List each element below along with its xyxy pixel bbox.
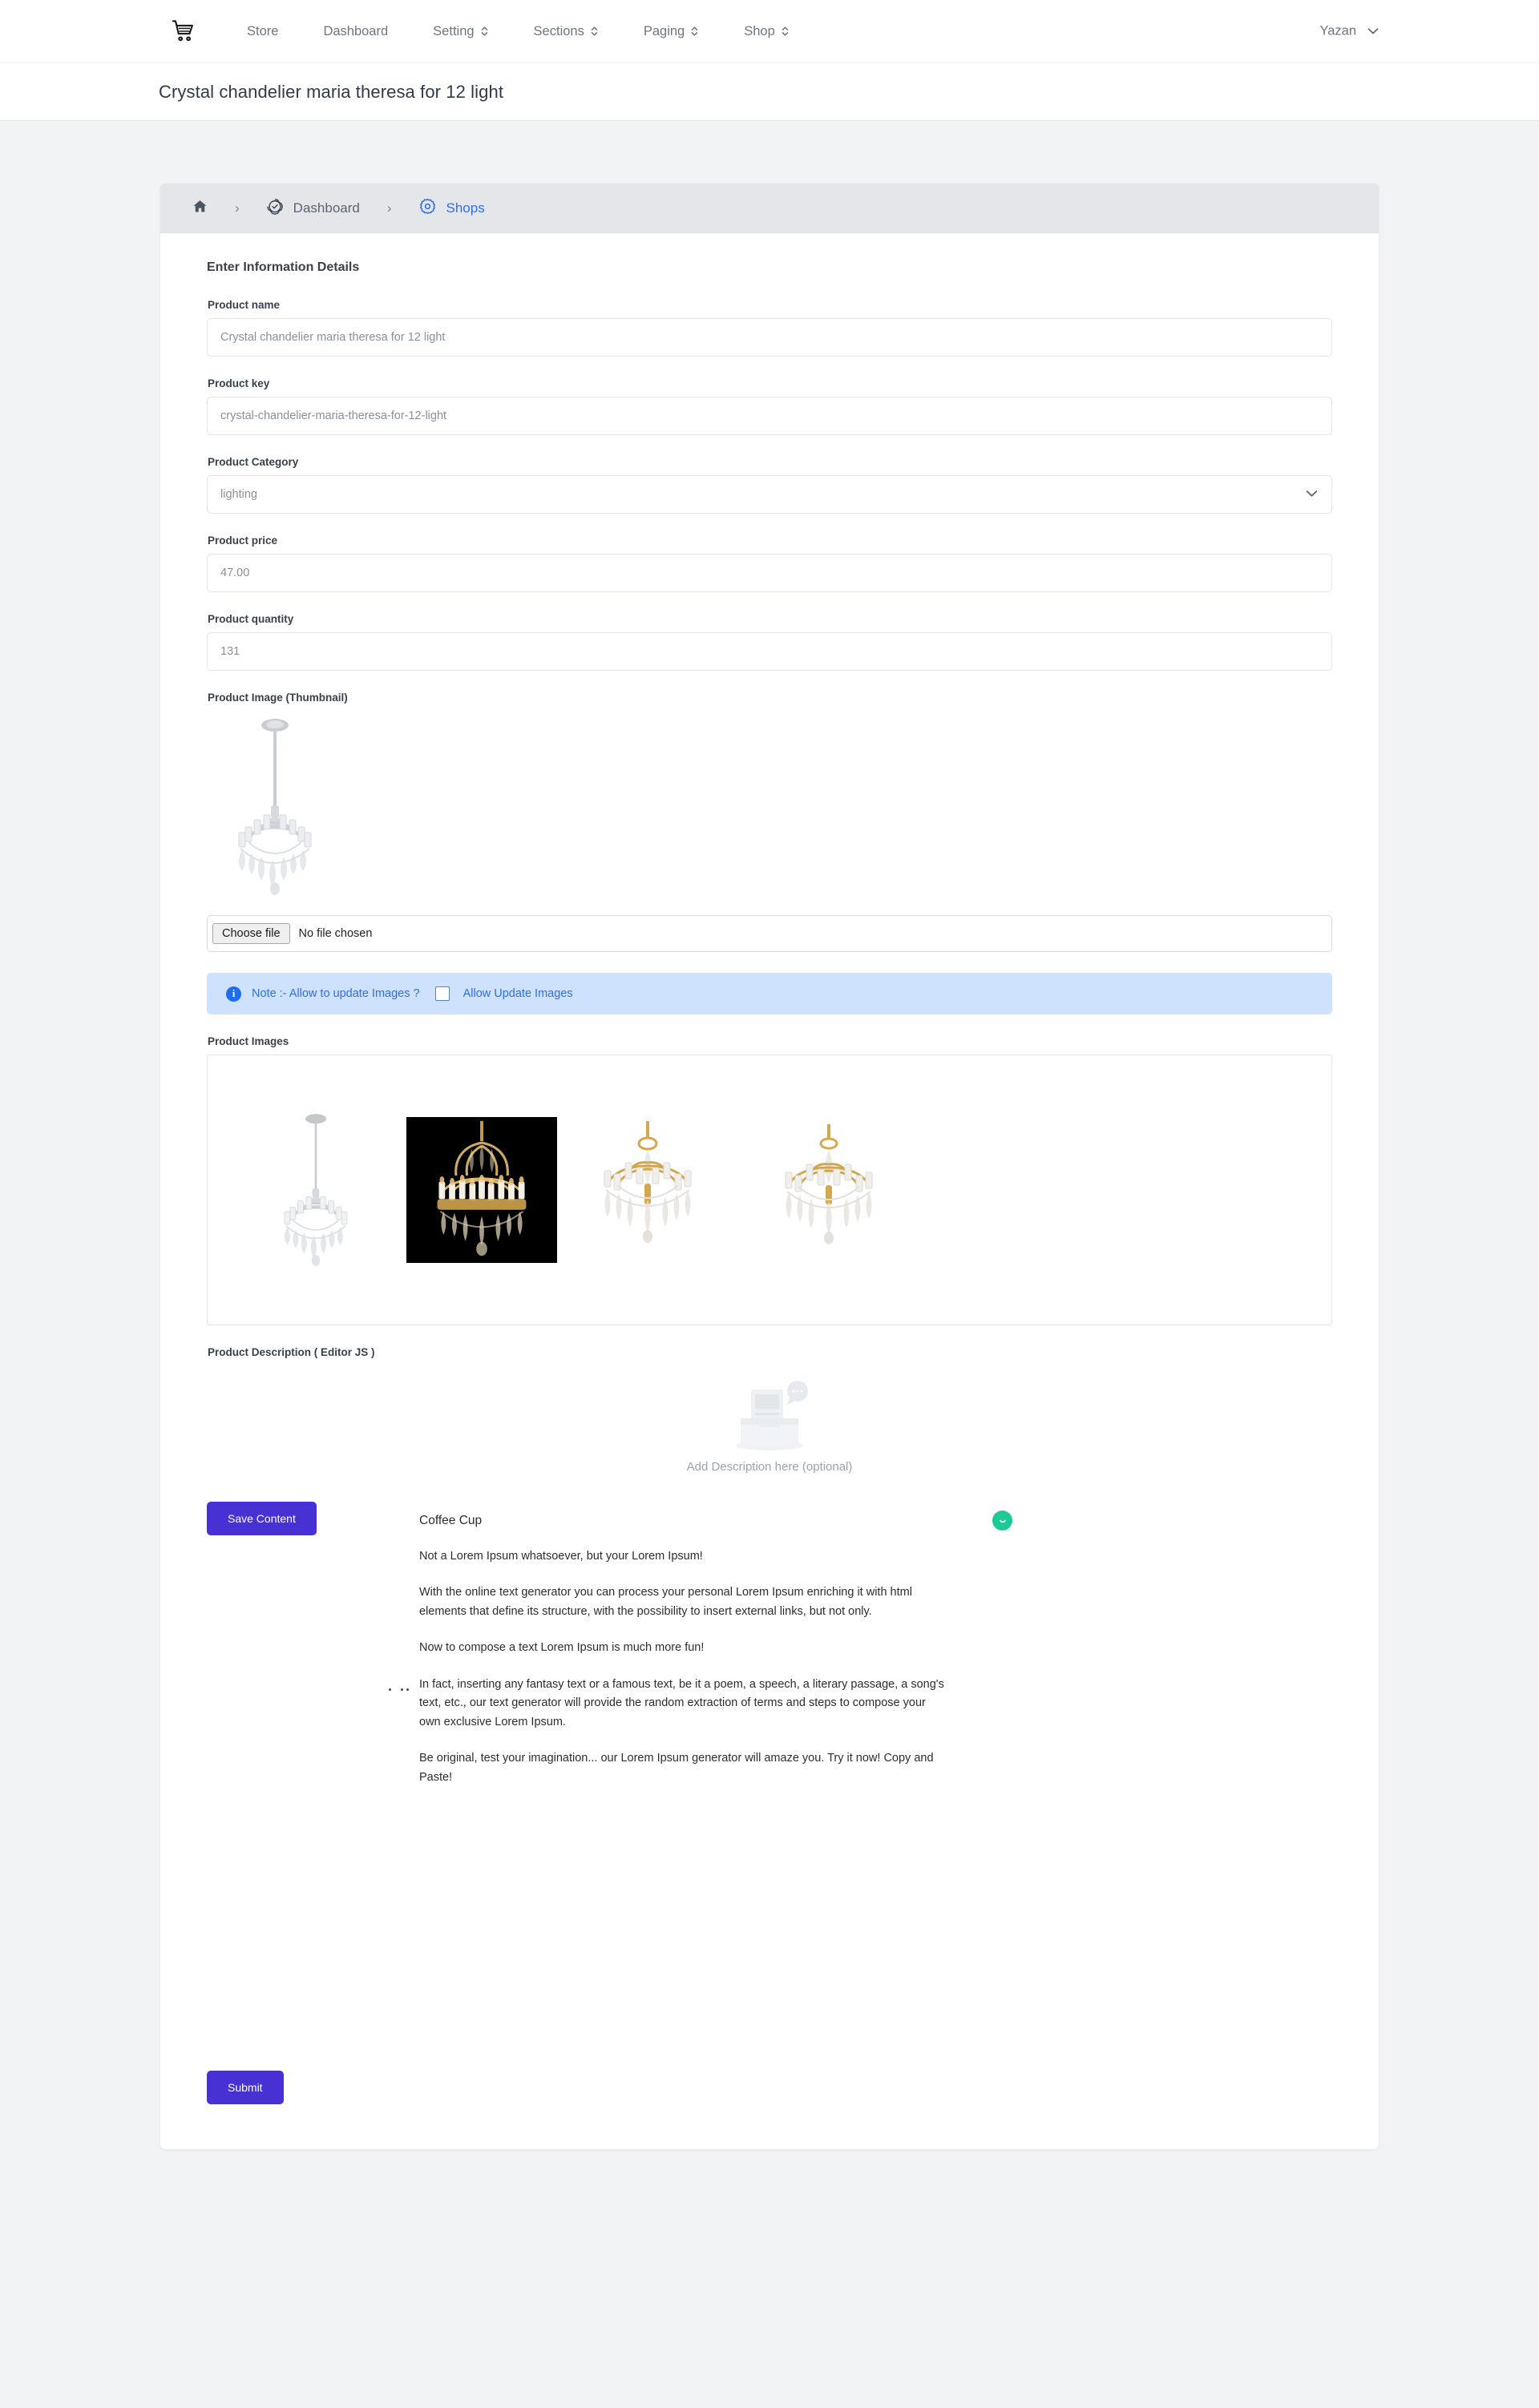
gallery-item[interactable] [738, 1070, 919, 1310]
editor-paragraph: Not a Lorem Ipsum whatsoever, but your L… [419, 1550, 703, 1563]
editor-paragraph: In fact, inserting any fantasy text or a… [419, 1677, 944, 1728]
nav-item-paging[interactable]: Paging [621, 24, 721, 39]
nav-item-label: Paging [643, 23, 685, 38]
nav-item-sections[interactable]: Sections [511, 24, 621, 39]
field-label: Product Image (Thumbnail) [208, 692, 348, 704]
page-body: › Dashboard › Shops Enter Information De… [0, 121, 1539, 2197]
field-product-name: Product name [207, 299, 1332, 357]
editor-block-handle[interactable] [389, 1688, 409, 1691]
gallery-item[interactable] [557, 1070, 738, 1310]
submit-row: Submit [160, 2071, 1379, 2149]
info-icon: i [226, 986, 241, 1002]
gallery-item[interactable] [225, 1070, 406, 1310]
chandelier-image-3 [604, 1120, 692, 1243]
editor-paragraph: Now to compose a text Lorem Ipsum is muc… [419, 1641, 705, 1655]
choose-file-button[interactable]: Choose file [212, 923, 290, 944]
breadcrumb-item-label: Shops [446, 200, 485, 216]
user-menu[interactable]: Yazan [1319, 24, 1379, 39]
editor-placeholder: Add Description here (optional) [207, 1380, 1332, 1474]
field-label: Product key [208, 377, 270, 389]
sort-updown-icon [781, 25, 790, 38]
breadcrumb-separator: › [235, 200, 240, 216]
content-card: › Dashboard › Shops Enter Information De… [160, 184, 1379, 2149]
nav-item-dashboard[interactable]: Dashboard [301, 24, 410, 39]
product-images-gallery[interactable] [207, 1055, 1332, 1325]
nav-item-label: Sections [533, 23, 584, 38]
gallery-item[interactable] [406, 1117, 557, 1263]
field-product-images: Product Images [207, 1035, 1332, 1325]
breadcrumb-separator: › [386, 200, 392, 216]
chandelier-image-2 [407, 1118, 556, 1262]
editor-content[interactable]: Coffee Cup Not a Lorem Ipsum whatsoever,… [389, 1511, 1012, 1805]
editorjs-area[interactable]: Add Description here (optional) Save Con… [207, 1365, 1332, 2071]
page-title-bar: Crystal chandelier maria theresa for 12 … [0, 63, 1539, 121]
breadcrumb-item-shops[interactable]: Shops [413, 198, 491, 219]
nav-item-store[interactable]: Store [247, 24, 301, 39]
chevron-down-icon [1367, 24, 1379, 39]
page-title: Crystal chandelier maria theresa for 12 … [159, 81, 504, 102]
breadcrumb: › Dashboard › Shops [160, 184, 1379, 233]
note-text: Note :- Allow to update Images ? [252, 987, 420, 1000]
nav-item-label: Store [247, 23, 279, 38]
nav-item-label: Setting [433, 23, 475, 38]
submit-button[interactable]: Submit [207, 2071, 284, 2104]
field-product-quantity: Product quantity [207, 613, 1332, 671]
note-checkbox-label: Allow Update Images [463, 987, 573, 1000]
thumbnail-file-input[interactable]: Choose file No file chosen [207, 915, 1332, 952]
editor-paragraph: With the online text generator you can p… [419, 1586, 912, 1618]
product-name-input[interactable] [207, 318, 1332, 357]
field-label: Product Category [208, 456, 299, 468]
form-section-title: Enter Information Details [207, 260, 360, 274]
editor-placeholder-text: Add Description here (optional) [686, 1460, 853, 1474]
gear-icon [419, 198, 436, 219]
editor-heading: Coffee Cup [419, 1514, 483, 1527]
field-label: Product name [208, 299, 281, 311]
update-images-note: i Note :- Allow to update Images ? Allow… [207, 973, 1332, 1014]
field-product-category: Product Category [207, 456, 1332, 514]
save-content-button[interactable]: Save Content [207, 1502, 317, 1535]
nav-links: Store Dashboard Setting Sections Paging [247, 24, 812, 39]
description-label: Product Description ( Editor JS ) [208, 1346, 375, 1358]
sort-updown-icon [590, 25, 599, 38]
nav-item-shop[interactable]: Shop [721, 24, 812, 39]
product-price-input[interactable] [207, 554, 1332, 592]
document-tray-icon [736, 1381, 808, 1450]
field-label: Product quantity [208, 613, 294, 625]
breadcrumb-item-label: Dashboard [293, 200, 360, 216]
user-menu-label: Yazan [1319, 23, 1356, 38]
product-quantity-input[interactable] [207, 632, 1332, 671]
chandelier-image-1 [284, 1113, 348, 1266]
field-product-key: Product key [207, 377, 1332, 435]
field-label: Product Images [208, 1035, 289, 1047]
nav-item-label: Shop [744, 23, 775, 38]
editor-paragraph: Be original, test your imagination... ou… [419, 1752, 934, 1784]
smile-badge-icon [992, 1511, 1012, 1531]
field-product-thumbnail: Product Image (Thumbnail) Choose file No… [207, 692, 1332, 952]
check-badge-icon [266, 198, 284, 219]
information-form: Enter Information Details Product name P… [160, 233, 1379, 2071]
sort-updown-icon [690, 25, 699, 38]
product-key-input[interactable] [207, 397, 1332, 435]
nav-item-label: Dashboard [323, 23, 389, 38]
top-navbar: Store Dashboard Setting Sections Paging [0, 0, 1539, 63]
shopping-cart-icon[interactable] [168, 15, 200, 47]
field-label: Product price [208, 534, 278, 547]
sort-updown-icon [480, 25, 489, 38]
product-category-select[interactable] [207, 475, 1332, 514]
allow-update-images-checkbox[interactable] [434, 986, 450, 1001]
home-icon [192, 199, 208, 218]
file-status-label: No file chosen [298, 927, 373, 940]
chandelier-thumbnail-image [238, 719, 312, 895]
breadcrumb-item-dashboard[interactable]: Dashboard [261, 198, 366, 219]
breadcrumb-item-home[interactable] [186, 199, 214, 218]
nav-item-setting[interactable]: Setting [410, 24, 511, 39]
chandelier-image-4 [785, 1123, 873, 1244]
field-product-price: Product price [207, 534, 1332, 592]
thumbnail-preview [207, 711, 1332, 915]
